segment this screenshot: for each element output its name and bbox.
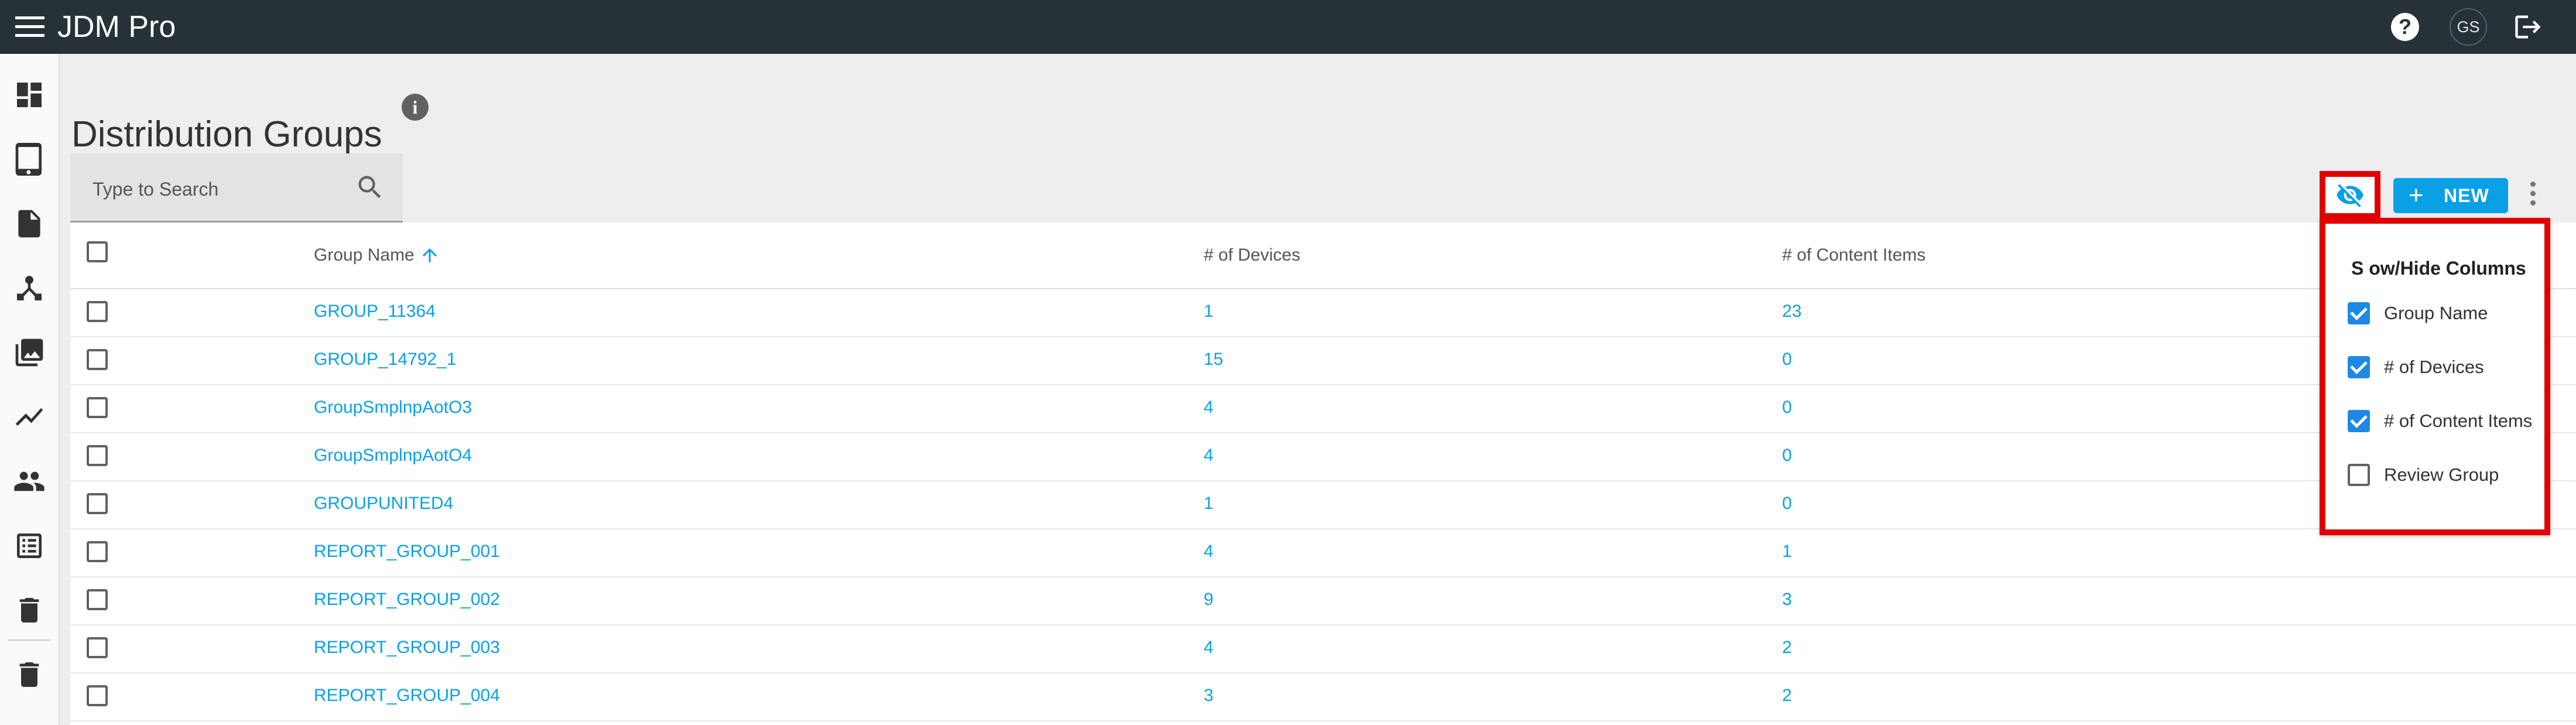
option-label: Review Group <box>2384 464 2499 485</box>
column-header-devices[interactable]: # of Devices <box>1204 244 1300 267</box>
left-nav <box>0 54 60 725</box>
checkbox-checked[interactable] <box>2348 356 2370 378</box>
logout-icon[interactable] <box>2512 12 2544 42</box>
table-row[interactable]: GroupSmplnpAotO4 4 0 <box>70 432 2576 481</box>
list-icon[interactable] <box>13 529 46 562</box>
visibility-off-icon <box>2337 184 2363 207</box>
people-icon[interactable] <box>13 465 46 498</box>
row-checkbox[interactable] <box>87 301 108 322</box>
column-option-devices[interactable]: # of Devices <box>2348 353 2547 382</box>
table-row[interactable]: GROUPUNITED4 1 0 <box>70 480 2576 529</box>
option-label: Group Name <box>2384 303 2488 323</box>
devices-count[interactable]: 1 <box>1204 300 1214 323</box>
table-row[interactable]: GROUP_11364 1 23 <box>70 288 2576 337</box>
plus-icon: + <box>2409 181 2424 210</box>
photo-library-icon[interactable] <box>13 336 46 369</box>
devices-count[interactable]: 9 <box>1204 588 1214 611</box>
user-avatar[interactable]: GS <box>2450 8 2487 46</box>
row-checkbox[interactable] <box>87 685 108 706</box>
info-icon[interactable]: i <box>402 94 429 121</box>
row-checkbox[interactable] <box>87 397 108 418</box>
devices-count[interactable]: 4 <box>1204 396 1214 419</box>
column-header-group-name[interactable]: Group Name <box>314 244 415 267</box>
checkbox-checked[interactable] <box>2348 410 2370 432</box>
select-all-checkbox[interactable] <box>87 241 108 262</box>
app-title: JDM Pro <box>57 10 176 44</box>
content-items-count[interactable]: 3 <box>1782 588 1792 611</box>
page-title: Distribution Groups <box>71 114 382 155</box>
menu-icon[interactable] <box>15 16 44 37</box>
panel-title: S ow/Hide Columns <box>2351 258 2526 279</box>
table-row[interactable]: REPORT_GROUP_004 3 2 <box>70 672 2576 721</box>
content-items-count[interactable]: 0 <box>1782 348 1792 371</box>
group-name-link[interactable]: REPORT_GROUP_002 <box>314 588 500 611</box>
row-checkbox[interactable] <box>87 493 108 514</box>
column-header-content-items[interactable]: # of Content Items <box>1782 244 1926 267</box>
table-row[interactable]: REPORT_GROUP_003 4 2 <box>70 624 2576 673</box>
arrow-up-icon[interactable] <box>419 244 440 267</box>
search-input[interactable] <box>91 176 340 203</box>
nav-divider <box>8 639 50 641</box>
row-checkbox[interactable] <box>87 445 108 466</box>
group-name-link[interactable]: REPORT_GROUP_004 <box>314 684 500 707</box>
devices-count[interactable]: 4 <box>1204 636 1214 659</box>
help-icon[interactable]: ? <box>2391 13 2419 41</box>
row-checkbox[interactable] <box>87 349 108 370</box>
tablet-icon[interactable] <box>13 143 46 176</box>
more-vert-icon[interactable] <box>2528 182 2537 210</box>
show-hide-columns-panel: S ow/Hide Columns Group Name # of Device… <box>2320 218 2550 535</box>
content-items-count[interactable]: 1 <box>1782 540 1792 563</box>
row-checkbox[interactable] <box>87 541 108 562</box>
group-name-link[interactable]: REPORT_GROUP_001 <box>314 540 500 563</box>
devices-count[interactable]: 15 <box>1204 348 1223 371</box>
search-icon[interactable] <box>355 172 385 203</box>
group-name-link[interactable]: GROUP_14792_1 <box>314 348 457 371</box>
column-option-content-items[interactable]: # of Content Items <box>2348 406 2547 436</box>
hierarchy-icon[interactable] <box>13 272 46 305</box>
content-items-count[interactable]: 0 <box>1782 444 1792 467</box>
dashboard-icon[interactable] <box>13 78 46 111</box>
devices-count[interactable]: 4 <box>1204 444 1214 467</box>
new-group-button[interactable]: + NEW <box>2393 178 2508 213</box>
show-hide-columns-button[interactable] <box>2320 171 2380 219</box>
checkbox-unchecked[interactable] <box>2348 464 2370 486</box>
column-option-review-group[interactable]: Review Group <box>2348 460 2547 490</box>
table-row[interactable]: REPORT_GROUP_002 9 3 <box>70 576 2576 625</box>
devices-count[interactable]: 3 <box>1204 684 1214 707</box>
devices-count[interactable]: 4 <box>1204 540 1214 563</box>
group-name-link[interactable]: GROUP_11364 <box>314 300 436 323</box>
row-checkbox[interactable] <box>87 589 108 610</box>
trash-icon[interactable] <box>13 658 46 691</box>
table-row[interactable]: REPORT_GROUP_001 4 1 <box>70 528 2576 577</box>
new-button-label: NEW <box>2444 185 2489 206</box>
content-items-count[interactable]: 2 <box>1782 684 1792 707</box>
table-row[interactable]: GROUP_14792_1 15 0 <box>70 336 2576 385</box>
devices-count[interactable]: 1 <box>1204 492 1214 515</box>
group-name-link[interactable]: GroupSmplnpAotO3 <box>314 396 472 419</box>
table-header: Group Name # of Devices # of Content Ite… <box>70 223 2576 289</box>
content-items-count[interactable]: 0 <box>1782 492 1792 515</box>
table-row[interactable]: GroupSmplnpAotO3 4 0 <box>70 384 2576 433</box>
group-name-link[interactable]: REPORT_GROUP_003 <box>314 636 500 659</box>
groups-table: Group Name # of Devices # of Content Ite… <box>70 223 2576 725</box>
option-label: # of Devices <box>2384 357 2484 377</box>
row-checkbox[interactable] <box>87 637 108 658</box>
document-icon[interactable] <box>13 207 46 240</box>
trash-icon[interactable] <box>13 594 46 627</box>
search-box <box>70 153 403 223</box>
content-items-count[interactable]: 23 <box>1782 300 1801 323</box>
option-label: # of Content Items <box>2384 411 2533 431</box>
content-items-count[interactable]: 0 <box>1782 396 1792 419</box>
group-name-link[interactable]: GroupSmplnpAotO4 <box>314 444 472 467</box>
content-items-count[interactable]: 2 <box>1782 636 1792 659</box>
checkbox-checked[interactable] <box>2348 302 2370 324</box>
column-option-group-name[interactable]: Group Name <box>2348 299 2547 328</box>
group-name-link[interactable]: GROUPUNITED4 <box>314 492 453 515</box>
analytics-icon[interactable] <box>13 401 46 433</box>
app-header: JDM Pro ? GS <box>0 0 2576 54</box>
